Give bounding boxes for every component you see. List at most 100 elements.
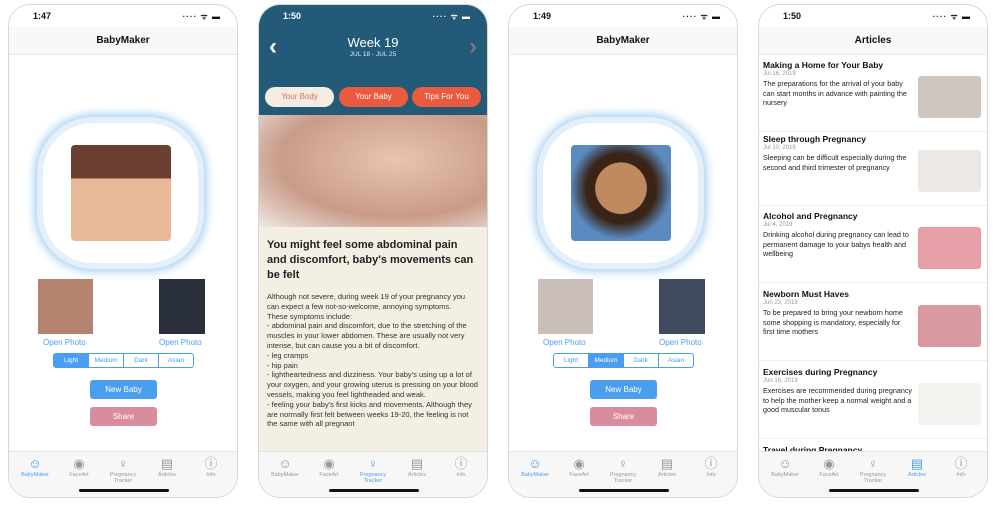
status-bar: 1:47 ···· ᯤ ▬	[9, 11, 237, 25]
home-indicator[interactable]	[829, 489, 919, 492]
article-item[interactable]: Newborn Must Haves Jun 23, 2019 To be prep…	[759, 285, 987, 361]
home-indicator[interactable]	[329, 489, 419, 492]
article-heading: You might feel some abdominal pain and d…	[267, 239, 474, 281]
tab-pill-0[interactable]: Your Body	[265, 87, 334, 107]
mother-photo[interactable]	[538, 279, 593, 334]
tab-info[interactable]: ⓘ Info	[939, 452, 983, 497]
tab-label: Pregnancy Tracker	[109, 472, 137, 484]
article-item[interactable]: Exercises during Pregnancy Jun 16, 2019 Ex…	[759, 363, 987, 439]
baby-photo	[571, 145, 671, 241]
tab-label: FaceArt	[569, 472, 589, 478]
tab-label: Pregnancy Tracker	[859, 472, 887, 484]
nav-title: BabyMaker	[509, 27, 737, 55]
status-icons: ···· ᯤ ▬	[932, 12, 971, 21]
skin-tone-segmented-control[interactable]: Light Medium Dark Asian	[553, 353, 694, 368]
open-photo-left[interactable]: Open Photo	[543, 338, 586, 347]
skin-option-asian[interactable]: Asian	[659, 354, 693, 367]
article-item[interactable]: Sleep through Pregnancy Jul 10, 2019 Sleep…	[759, 130, 987, 206]
mother-photo[interactable]	[38, 279, 93, 334]
belly-photo	[259, 115, 487, 227]
info-icon: ⓘ	[704, 456, 718, 471]
nav-title: BabyMaker	[9, 27, 237, 55]
new-baby-button[interactable]: New Baby	[90, 380, 157, 399]
tab-label: BabyMaker	[771, 472, 799, 478]
tab-pill-2[interactable]: Tips For You	[412, 87, 481, 107]
skin-option-asian[interactable]: Asian	[159, 354, 193, 367]
eye-icon: ◉	[323, 456, 335, 471]
status-icons: ···· ᯤ ▬	[182, 12, 221, 21]
tab-label: Articles	[907, 472, 927, 478]
open-photo-right[interactable]: Open Photo	[659, 338, 702, 347]
eye-icon: ◉	[573, 456, 585, 471]
eye-icon: ◉	[823, 456, 835, 471]
pregnancy-icon: ♀	[868, 456, 878, 471]
tab-label: BabyMaker	[271, 472, 299, 478]
article-title: Newborn Must Haves	[763, 289, 849, 299]
articles-icon: ▤	[160, 456, 174, 471]
info-icon: ⓘ	[204, 456, 218, 471]
pregnancy-icon: ♀	[368, 456, 378, 471]
phone-screen: 1:50 ···· ᯤ ▬ Articles Making a Home for Yo…	[758, 4, 988, 498]
article-summary: Exercises are recommended during pregnan…	[763, 386, 913, 414]
article-item[interactable]: Making a Home for Your Baby Jul 16, 2019 T…	[759, 56, 987, 132]
status-time: 1:47	[33, 11, 52, 21]
baby-face-icon: ☺	[778, 456, 792, 471]
baby-photo-frame	[543, 123, 698, 263]
baby-face-icon: ☺	[28, 456, 42, 471]
father-photo[interactable]	[659, 279, 705, 334]
phone-screen: 1:50 ···· ᯤ ▬ ‹ › Week 19 JUL 18 - JUL 25 Your…	[258, 4, 488, 498]
status-bar: 1:50 ···· ᯤ ▬	[759, 11, 987, 25]
article-summary: Drinking alcohol during pregnancy can le…	[763, 230, 909, 258]
baby-face-icon: ☺	[528, 456, 542, 471]
pregnancy-icon: ♀	[618, 456, 628, 471]
tab-label: BabyMaker	[521, 472, 549, 478]
open-photo-left[interactable]: Open Photo	[43, 338, 86, 347]
status-icons: ···· ᯤ ▬	[682, 12, 721, 21]
tab-babymaker[interactable]: ☺ BabyMaker	[513, 452, 557, 497]
tab-babymaker[interactable]: ☺ BabyMaker	[263, 452, 307, 497]
baby-photo	[71, 145, 171, 241]
skin-option-dark[interactable]: Dark	[624, 354, 659, 367]
new-baby-button[interactable]: New Baby	[590, 380, 657, 399]
status-time: 1:50	[283, 11, 302, 21]
article-thumbnail	[918, 227, 981, 269]
tab-info[interactable]: ⓘ Info	[439, 452, 483, 497]
tab-label: Pregnancy Tracker	[609, 472, 637, 484]
week-title: Week 19	[347, 35, 399, 50]
tab-babymaker[interactable]: ☺ BabyMaker	[763, 452, 807, 497]
baby-face-icon: ☺	[278, 456, 292, 471]
open-photo-right[interactable]: Open Photo	[159, 338, 202, 347]
tab-label: Info	[956, 472, 966, 478]
share-button[interactable]: Share	[90, 407, 157, 426]
phone-screen: 1:47 ···· ᯤ ▬ BabyMaker Open Photo Open Phot…	[8, 4, 238, 498]
article-item[interactable]: Alcohol and Pregnancy Jul 4, 2019 Drinking…	[759, 207, 987, 283]
home-indicator[interactable]	[79, 489, 169, 492]
article-summary: The preparations for the arrival of your…	[763, 79, 907, 107]
skin-option-medium[interactable]: Medium	[89, 354, 124, 367]
skin-option-light[interactable]: Light	[54, 354, 89, 367]
status-icons: ···· ᯤ ▬	[432, 12, 471, 21]
baby-photo-frame	[43, 123, 198, 263]
skin-tone-segmented-control[interactable]: Light Medium Dark Asian	[53, 353, 194, 368]
tab-babymaker[interactable]: ☺ BabyMaker	[13, 452, 57, 497]
tab-pill-1[interactable]: Your Baby	[339, 87, 408, 107]
articles-icon: ▤	[660, 456, 674, 471]
tab-info[interactable]: ⓘ Info	[189, 452, 233, 497]
article-summary: To be prepared to bring your newborn hom…	[763, 308, 903, 336]
share-button[interactable]: Share	[590, 407, 657, 426]
tab-label: FaceArt	[319, 472, 339, 478]
skin-option-dark[interactable]: Dark	[124, 354, 159, 367]
eye-icon: ◉	[73, 456, 85, 471]
article-thumbnail	[918, 383, 981, 425]
article-body: Although not severe, during week 19 of y…	[267, 292, 478, 429]
father-photo[interactable]	[159, 279, 205, 334]
pregnancy-icon: ♀	[118, 456, 128, 471]
home-indicator[interactable]	[579, 489, 669, 492]
tab-info[interactable]: ⓘ Info	[689, 452, 733, 497]
tab-label: FaceArt	[69, 472, 89, 478]
status-time: 1:49	[533, 11, 552, 21]
skin-option-medium[interactable]: Medium	[589, 354, 624, 367]
tab-label: Articles	[407, 472, 427, 478]
skin-option-light[interactable]: Light	[554, 354, 589, 367]
week-range: JUL 18 - JUL 25	[349, 51, 397, 58]
